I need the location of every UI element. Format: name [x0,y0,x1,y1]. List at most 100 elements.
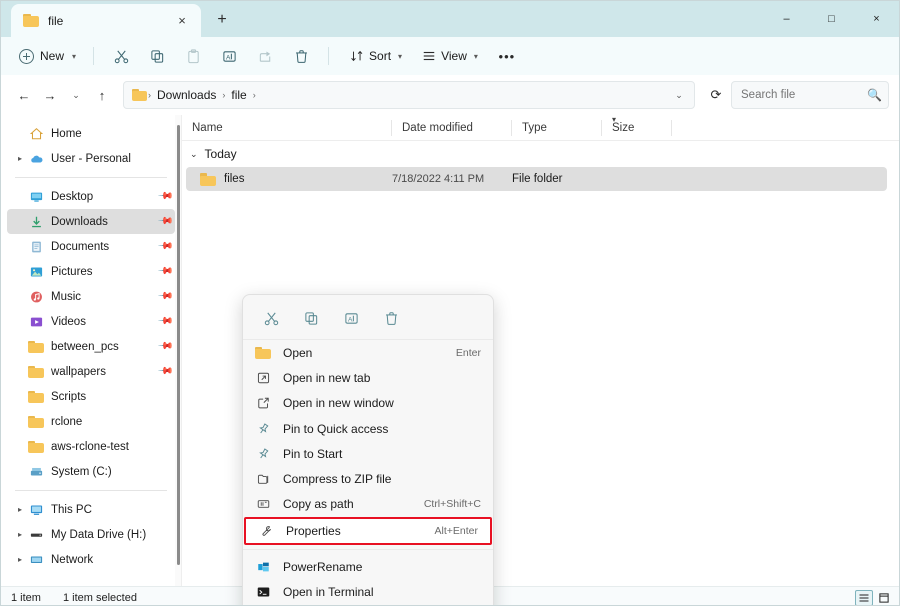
copy-button[interactable] [139,42,175,70]
table-row[interactable]: files7/18/2022 4:11 PMFile folder [186,167,887,191]
sidebar-item-documents[interactable]: Documents📌 [7,234,175,259]
context-menu-item-powerrename[interactable]: PowerRename [243,554,493,579]
chevron-right-icon[interactable]: ▸ [13,555,27,564]
context-menu-item-properties[interactable]: PropertiesAlt+Enter [244,517,492,545]
sidebar-item-rclone[interactable]: rclone [7,409,175,434]
column-header-name[interactable]: Name [182,115,392,141]
close-tab-icon[interactable]: × [171,10,193,32]
view-button[interactable]: View ▾ [414,42,486,70]
column-header-type[interactable]: Type [512,115,602,141]
chevron-right-icon[interactable]: ▸ [13,505,27,514]
sidebar-item-aws-rclone-test[interactable]: aws-rclone-test [7,434,175,459]
delete-button[interactable] [371,303,411,333]
context-menu-item-open-in-new-tab[interactable]: Open in new tab [243,365,493,390]
rename-button[interactable]: A [211,42,247,70]
file-name-label: files [224,173,244,185]
sidebar-item-pictures[interactable]: Pictures 📌 [7,259,175,284]
chevron-right-icon[interactable]: ▸ [13,530,27,539]
sidebar-item-desktop[interactable]: Desktop📌 [7,184,175,209]
new-button[interactable]: New ▾ [11,42,84,70]
copy-button[interactable] [291,303,331,333]
sidebar-item-between-pcs[interactable]: between_pcs📌 [7,334,175,359]
pictures-icon [27,265,45,279]
search-box[interactable]: 🔍 [731,81,889,109]
share-button[interactable] [247,42,283,70]
context-menu-quick-actions: A [243,299,493,340]
address-bar-row: ← → ⌄ ↑ › Downloads › file › ⌄ ⟳ 🔍 [1,75,899,115]
context-menu-item-label: Open in new tab [283,371,370,385]
address-dropdown-icon[interactable]: ⌄ [668,83,690,107]
delete-button[interactable] [283,42,319,70]
sidebar-item-system-c[interactable]: System (C:) [7,459,175,484]
sidebar-item-network[interactable]: ▸Network [7,547,175,572]
context-menu-item-pin-to-quick-access[interactable]: Pin to Quick access [243,416,493,441]
context-menu: A OpenEnter Open in new tab Open in new wi… [242,294,494,606]
context-menu-item-pin-to-start[interactable]: Pin to Start [243,441,493,466]
sidebar-item-scripts[interactable]: Scripts [7,384,175,409]
sidebar-item-videos[interactable]: Videos📌 [7,309,175,334]
sidebar-item-label: wallpapers [51,366,106,378]
sidebar-item-home[interactable]: Home [7,121,175,146]
more-commands-button[interactable]: ••• [492,42,522,70]
terminal-icon [253,585,273,599]
tab-file[interactable]: file × [11,4,201,37]
tab-title: file [48,14,171,28]
network-icon [27,553,45,567]
context-menu-item-open[interactable]: OpenEnter [243,340,493,365]
view-icon [422,49,436,63]
thispc-icon [29,503,44,517]
new-tab-button[interactable]: + [207,6,237,34]
file-name-cell[interactable]: files [186,173,392,186]
context-menu-item-open-in-terminal[interactable]: Open in Terminal [243,579,493,604]
sidebar-item-user-personal[interactable]: ▸User - Personal [7,146,175,171]
sidebar-item-downloads[interactable]: Downloads📌 [7,209,175,234]
folder-icon [132,89,147,101]
breadcrumb-downloads[interactable]: Downloads [152,86,221,104]
minimize-button[interactable]: – [764,1,809,37]
address-bar[interactable]: › Downloads › file › ⌄ [123,81,695,109]
network-icon [29,553,44,567]
forward-button[interactable]: → [37,82,63,108]
sidebar-item-wallpapers[interactable]: wallpapers📌 [7,359,175,384]
column-header-date[interactable]: Date modified [392,115,512,141]
rename-button[interactable]: A [331,303,371,333]
context-menu-item-compress-to-zip-file[interactable]: Compress to ZIP file [243,466,493,491]
close-window-button[interactable]: × [854,1,899,37]
paste-button[interactable] [175,42,211,70]
tiles-view-button[interactable] [875,590,893,606]
pin-icon: 📌 [156,263,173,280]
folder-icon [27,415,45,428]
pin-icon [253,447,273,461]
sidebar-divider [15,177,167,178]
chevron-right-icon[interactable]: ▸ [13,154,27,163]
paste-icon [186,49,201,64]
command-bar: New ▾ A [1,37,899,75]
back-button[interactable]: ← [11,82,37,108]
search-icon: 🔍 [867,88,882,102]
videos-icon [27,315,45,329]
breadcrumb-file[interactable]: file [226,86,251,104]
sidebar-item-label: Pictures [51,266,93,278]
toolbar-divider [93,47,94,65]
group-header-today[interactable]: ⌄ Today [182,141,899,167]
context-menu-item-open-in-new-window[interactable]: Open in new window [243,391,493,416]
details-view-button[interactable] [855,590,873,606]
sidebar-item-my-data-drive-h[interactable]: ▸My Data Drive (H:) [7,522,175,547]
context-menu-item-label: Pin to Start [283,447,342,461]
recent-locations-button[interactable]: ⌄ [63,82,89,108]
sort-button[interactable]: Sort ▾ [342,42,410,70]
cut-button[interactable] [251,303,291,333]
refresh-button[interactable]: ⟳ [703,82,729,108]
maximize-button[interactable]: □ [809,1,854,37]
pin-icon [256,422,271,436]
sidebar-scrollbar-thumb[interactable] [177,125,180,565]
up-button[interactable]: ↑ [89,82,115,108]
sidebar-item-this-pc[interactable]: ▸This PC [7,497,175,522]
sidebar-item-music[interactable]: Music📌 [7,284,175,309]
chevron-down-icon[interactable]: ⌄ [190,149,198,160]
search-input[interactable] [741,89,867,101]
sidebar-item-label: rclone [51,416,82,428]
context-menu-item-copy-as-path[interactable]: Copy as pathCtrl+Shift+C [243,492,493,517]
music-icon [29,290,44,304]
cut-button[interactable] [103,42,139,70]
